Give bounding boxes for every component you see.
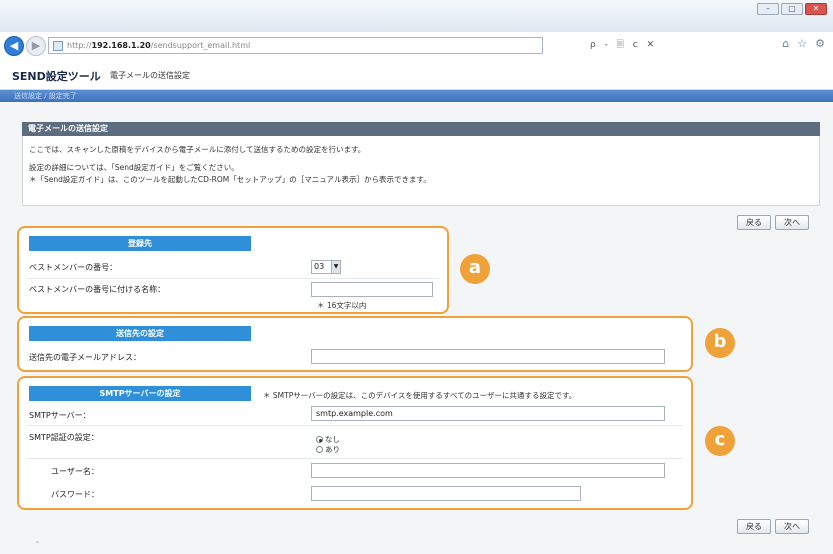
- group-a-title: 登録先: [29, 236, 251, 251]
- member-name-input[interactable]: [311, 282, 433, 297]
- url-host: 192.168.1.20: [91, 41, 151, 50]
- password-label: パスワード：: [51, 490, 99, 499]
- intro-box: ここでは、スキャンした原稿をデバイスから電子メールに添付して送信するための設定を…: [22, 136, 820, 206]
- app-subtitle: 電子メールの送信設定: [110, 71, 190, 80]
- chevron-down-icon: ▼: [331, 261, 340, 273]
- auth-option-on[interactable]: あり: [316, 444, 340, 455]
- app-header: SEND設定ツール 電子メールの送信設定: [0, 60, 833, 90]
- divider: [27, 278, 439, 279]
- group-c-title: SMTPサーバーの設定: [29, 386, 251, 401]
- smtp-auth-label: SMTP認証の設定：: [29, 433, 99, 442]
- username-field[interactable]: [311, 463, 665, 478]
- address-bar[interactable]: http:// 192.168.1.20 /sendsupport_email.…: [48, 37, 543, 54]
- smtp-note: ＊ SMTPサーバーの設定は、このデバイスを使用するすべてのユーザーに共通する設…: [263, 391, 577, 400]
- member-number-label: ベストメンバーの番号：: [29, 263, 118, 272]
- member-name-hint: ＊ 16文字以内: [317, 301, 367, 310]
- marker-c: c: [705, 426, 735, 456]
- minimize-button[interactable]: –: [757, 3, 779, 15]
- marker-b: b: [705, 328, 735, 358]
- forward-button[interactable]: ▶: [26, 36, 46, 56]
- section-title: 電子メールの送信設定: [22, 122, 820, 136]
- url-scheme: http://: [67, 41, 92, 50]
- top-nav-buttons: 戻る 次へ: [737, 215, 809, 230]
- intro-note-text: ＊「Send設定ガイド」は、このツールを起動したCD-ROM「セットアップ」の［…: [29, 175, 431, 184]
- marker-a: a: [460, 254, 490, 284]
- intro-guide-text: 設定の詳細については、「Send設定ガイド」をご覧ください。: [29, 163, 239, 172]
- next-button-bottom[interactable]: 次へ: [775, 519, 809, 534]
- browser-titlebar: – □ ✕: [0, 0, 833, 32]
- page-icon: [53, 40, 63, 51]
- back-button-top[interactable]: 戻る: [737, 215, 771, 230]
- gear-icon[interactable]: ⚙: [815, 37, 825, 50]
- divider: [27, 458, 683, 459]
- group-smtp: SMTPサーバーの設定 ＊ SMTPサーバーの設定は、このデバイスを使用するすべ…: [17, 376, 693, 510]
- home-icon[interactable]: ⌂: [782, 37, 789, 50]
- breadcrumb: 送信設定 / 設定完了: [0, 90, 833, 102]
- divider: [27, 425, 683, 426]
- next-button-top[interactable]: 次へ: [775, 215, 809, 230]
- smtp-server-input[interactable]: [311, 406, 665, 421]
- star-icon[interactable]: ☆: [797, 37, 807, 50]
- window-controls: – □ ✕: [757, 3, 827, 15]
- maximize-button[interactable]: □: [781, 3, 803, 15]
- app-title: SEND設定ツール: [12, 70, 101, 83]
- email-label: 送信先の電子メールアドレス：: [29, 353, 141, 362]
- auth-on-label: あり: [325, 445, 340, 454]
- footer-mark: ⌃: [34, 540, 41, 549]
- username-label: ユーザー名：: [51, 467, 99, 476]
- back-button-bottom[interactable]: 戻る: [737, 519, 771, 534]
- smtp-server-label: SMTPサーバー：: [29, 411, 91, 420]
- group-destination: 送信先の設定 送信先の電子メールアドレス：: [17, 316, 693, 372]
- address-controls[interactable]: ρ - 🗏 c ✕: [590, 37, 657, 53]
- radio-on[interactable]: [316, 446, 323, 453]
- radio-none[interactable]: [316, 436, 323, 443]
- member-name-label: ベストメンバーの番号に付ける名称：: [29, 285, 166, 294]
- password-field[interactable]: [311, 486, 581, 501]
- browser-toolbar: ⌂ ☆ ⚙: [782, 37, 825, 50]
- group-registration: 登録先 ベストメンバーの番号： 03 ▼ ベストメンバーの番号に付ける名称： ＊…: [17, 226, 449, 314]
- close-window-button[interactable]: ✕: [805, 3, 827, 15]
- back-button[interactable]: ◀: [4, 36, 24, 56]
- group-b-title: 送信先の設定: [29, 326, 251, 341]
- member-number-value: 03: [314, 262, 325, 271]
- email-field[interactable]: [311, 349, 665, 364]
- intro-text: ここでは、スキャンした原稿をデバイスから電子メールに添付して送信するための設定を…: [29, 145, 366, 154]
- member-number-select[interactable]: 03 ▼: [311, 260, 341, 274]
- bottom-nav-buttons: 戻る 次へ: [737, 519, 809, 534]
- url-path: /sendsupport_email.html: [150, 41, 251, 50]
